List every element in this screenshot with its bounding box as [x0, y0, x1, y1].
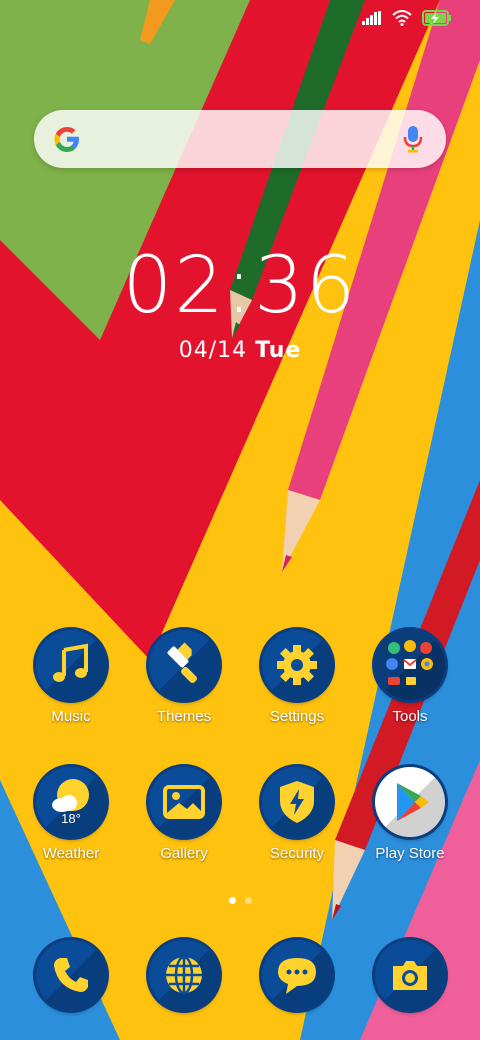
app-label: Play Store	[375, 845, 445, 862]
app-themes[interactable]: Themes	[128, 630, 240, 725]
shield-icon	[262, 767, 332, 837]
weather-sun-icon: 18°	[36, 767, 106, 837]
battery-charging-icon	[422, 10, 451, 26]
app-music[interactable]: Music	[15, 630, 127, 725]
app-label: Weather	[42, 845, 100, 862]
page-dot-1[interactable]	[228, 897, 236, 904]
app-weather[interactable]: 18° Weather	[15, 767, 127, 862]
dock-messages[interactable]	[241, 940, 353, 1010]
chat-bubble-icon	[262, 940, 332, 1010]
weather-temperature: 18°	[61, 811, 81, 826]
camera-icon	[375, 940, 445, 1010]
dock-phone[interactable]	[15, 940, 127, 1010]
date-text: 04/14	[178, 338, 248, 363]
app-label: Gallery	[160, 845, 208, 862]
folder-icon	[375, 630, 445, 700]
dock-camera[interactable]	[354, 940, 466, 1010]
search-input[interactable]	[104, 120, 408, 160]
wifi-icon	[392, 10, 412, 26]
app-play-store[interactable]: Play Store	[354, 767, 466, 862]
microphone-icon[interactable]	[402, 124, 424, 154]
app-gallery[interactable]: Gallery	[128, 767, 240, 862]
globe-icon	[149, 940, 219, 1010]
status-bar	[362, 10, 452, 26]
gallery-icon	[149, 767, 219, 837]
phone-icon	[36, 940, 106, 1010]
google-search-bar[interactable]	[34, 110, 446, 168]
app-label: Music	[51, 708, 91, 725]
paintbrush-icon	[149, 630, 219, 700]
app-settings[interactable]: Settings	[241, 630, 353, 725]
app-label: Themes	[156, 708, 212, 725]
weekday-text: Tue	[255, 338, 302, 363]
folder-tools[interactable]: Tools	[354, 630, 466, 725]
dock-browser[interactable]	[128, 940, 240, 1010]
page-indicator	[0, 897, 480, 904]
music-icon	[36, 630, 106, 700]
app-label: Tools	[392, 708, 428, 725]
page-dot-2[interactable]	[244, 897, 252, 904]
clock-time[interactable]: 02:36	[0, 240, 480, 332]
app-label: Security	[269, 845, 325, 862]
play-store-icon	[375, 767, 445, 837]
app-security[interactable]: Security	[241, 767, 353, 862]
app-label: Settings	[269, 708, 325, 725]
clock-date[interactable]: 04/14 Tue	[0, 338, 480, 363]
gear-icon	[262, 630, 332, 700]
signal-icon	[362, 11, 381, 25]
google-logo-icon	[54, 127, 79, 152]
